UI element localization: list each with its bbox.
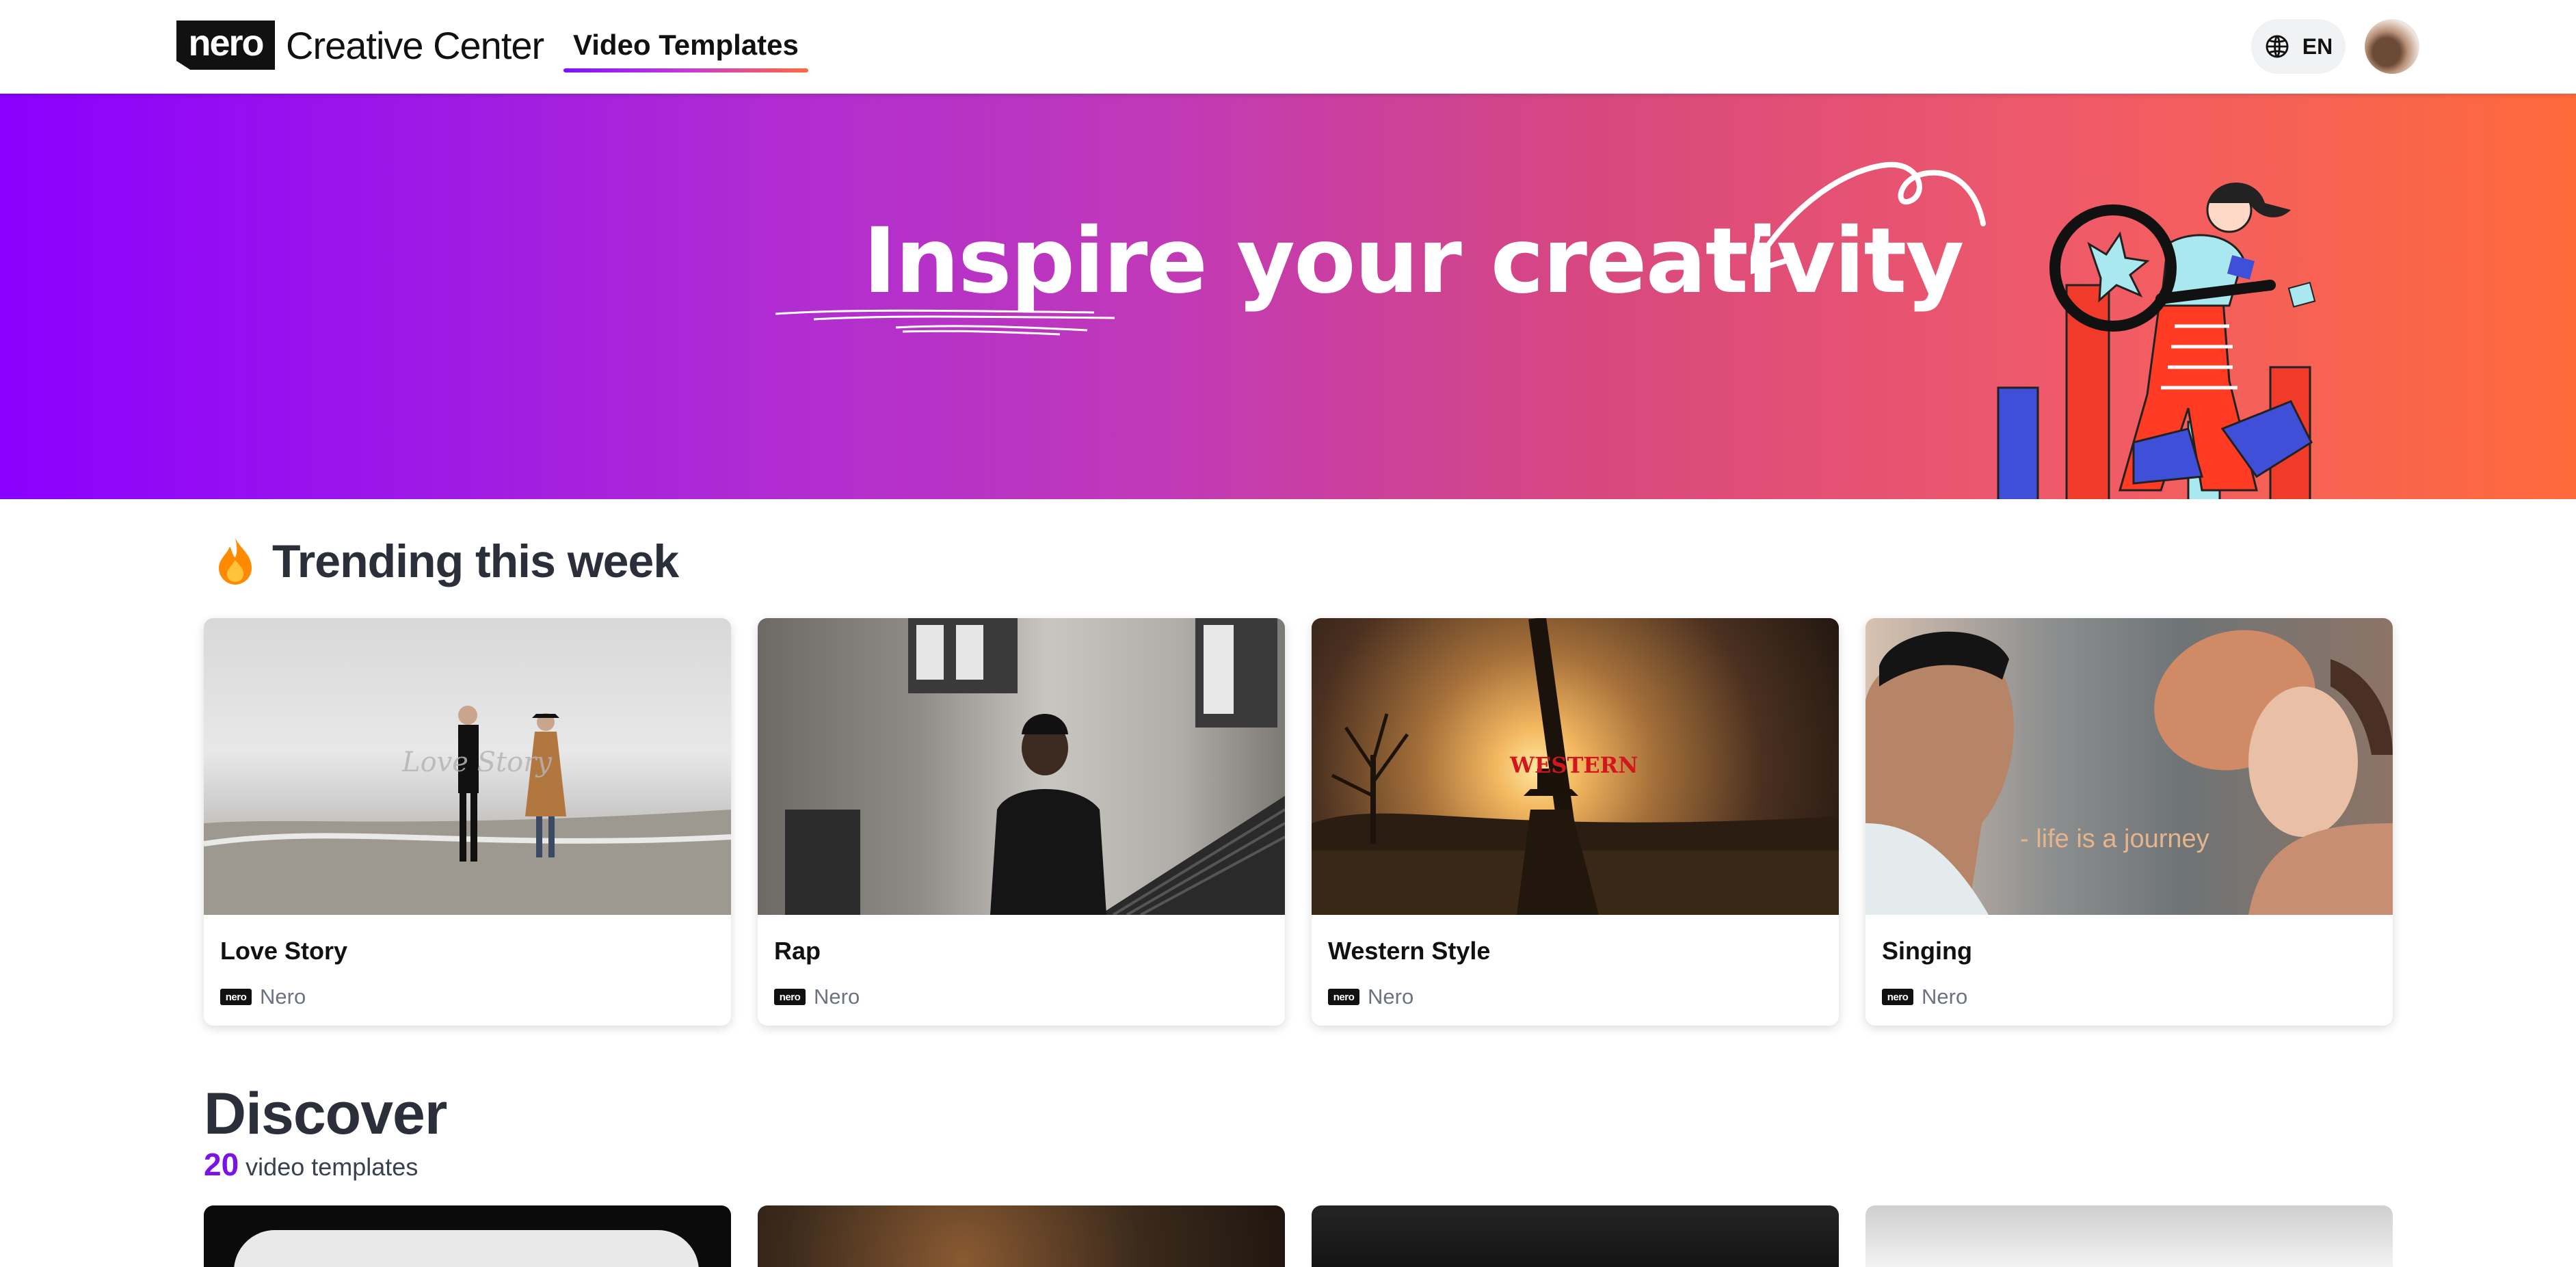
discover-card-3[interactable] xyxy=(1312,1205,1839,1267)
template-card-singing[interactable]: - life is a journey Singing nero Nero xyxy=(1865,618,2393,1026)
nero-mini-logo-icon: nero xyxy=(1328,989,1359,1005)
template-count-number: 20 xyxy=(204,1147,239,1182)
nero-mini-logo-icon: nero xyxy=(220,989,252,1005)
discover-card-1[interactable] xyxy=(204,1205,731,1267)
template-author: nero Nero xyxy=(1328,985,1413,1009)
trending-section-header: Trending this week xyxy=(213,535,679,588)
nero-logo[interactable]: nero Creative Center xyxy=(176,21,544,70)
section-title: Trending this week xyxy=(272,535,679,587)
trending-card-grid: Love Story Love Story nero Nero Rap nero… xyxy=(204,618,2394,1026)
user-avatar[interactable] xyxy=(2365,19,2419,74)
language-selector-button[interactable]: EN xyxy=(2251,19,2346,74)
discover-card-4[interactable] xyxy=(1865,1205,2393,1267)
template-thumbnail[interactable]: Love Story xyxy=(204,618,731,915)
tab-video-templates[interactable]: Video Templates xyxy=(563,26,808,72)
nero-mini-logo-icon: nero xyxy=(1882,989,1913,1005)
brand-name: Creative Center xyxy=(286,23,544,67)
thumbnail-overlay-text: - life is a journey xyxy=(2020,825,2209,853)
discover-card-2[interactable] xyxy=(758,1205,1285,1267)
couple-singing-scene xyxy=(1865,630,2393,915)
fire-icon xyxy=(219,538,252,585)
template-count-label: video templates xyxy=(245,1153,419,1181)
template-title: Western Style xyxy=(1328,937,1491,965)
woman-with-magnifier-illustration xyxy=(1751,161,2316,499)
template-card-rap[interactable]: Rap nero Nero xyxy=(758,618,1285,1026)
hero-banner: Inspire your creativity xyxy=(0,94,2576,499)
underline-scribble-decoration xyxy=(775,309,1115,336)
thumbnail-overlay-text: WESTERN xyxy=(1510,752,1638,778)
discover-title: Discover xyxy=(204,1081,447,1147)
template-author: nero Nero xyxy=(774,985,860,1009)
nero-mini-logo-icon: nero xyxy=(774,989,806,1005)
template-card-love-story[interactable]: Love Story Love Story nero Nero xyxy=(204,618,731,1026)
template-thumbnail[interactable]: - life is a journey xyxy=(1865,618,2393,915)
template-author: nero Nero xyxy=(220,985,306,1009)
template-author: nero Nero xyxy=(1882,985,1967,1009)
template-count: 20 video templates xyxy=(204,1146,418,1183)
active-tab-underline xyxy=(563,68,808,72)
tab-label: Video Templates xyxy=(573,29,799,61)
template-card-western-style[interactable]: WESTERN Western Style nero Nero xyxy=(1312,618,1839,1026)
template-thumbnail[interactable]: WESTERN xyxy=(1312,618,1839,915)
language-code: EN xyxy=(2302,34,2333,59)
author-name: Nero xyxy=(814,985,860,1009)
top-navigation-bar: nero Creative Center Video Templates EN xyxy=(0,0,2576,94)
globe-icon xyxy=(2266,35,2289,58)
man-on-stairs-scene xyxy=(785,618,1285,915)
author-name: Nero xyxy=(1922,985,1968,1009)
logo-text: nero xyxy=(188,23,264,64)
author-name: Nero xyxy=(260,985,306,1009)
thumbnail-overlay-text: Love Story xyxy=(402,747,552,778)
template-title: Love Story xyxy=(220,937,348,965)
discover-thumbnail-shape xyxy=(234,1230,699,1267)
logo-mark: nero xyxy=(176,21,275,70)
template-thumbnail[interactable] xyxy=(758,618,1285,915)
author-name: Nero xyxy=(1368,985,1414,1009)
template-title: Rap xyxy=(774,937,821,965)
template-title: Singing xyxy=(1882,937,1972,965)
